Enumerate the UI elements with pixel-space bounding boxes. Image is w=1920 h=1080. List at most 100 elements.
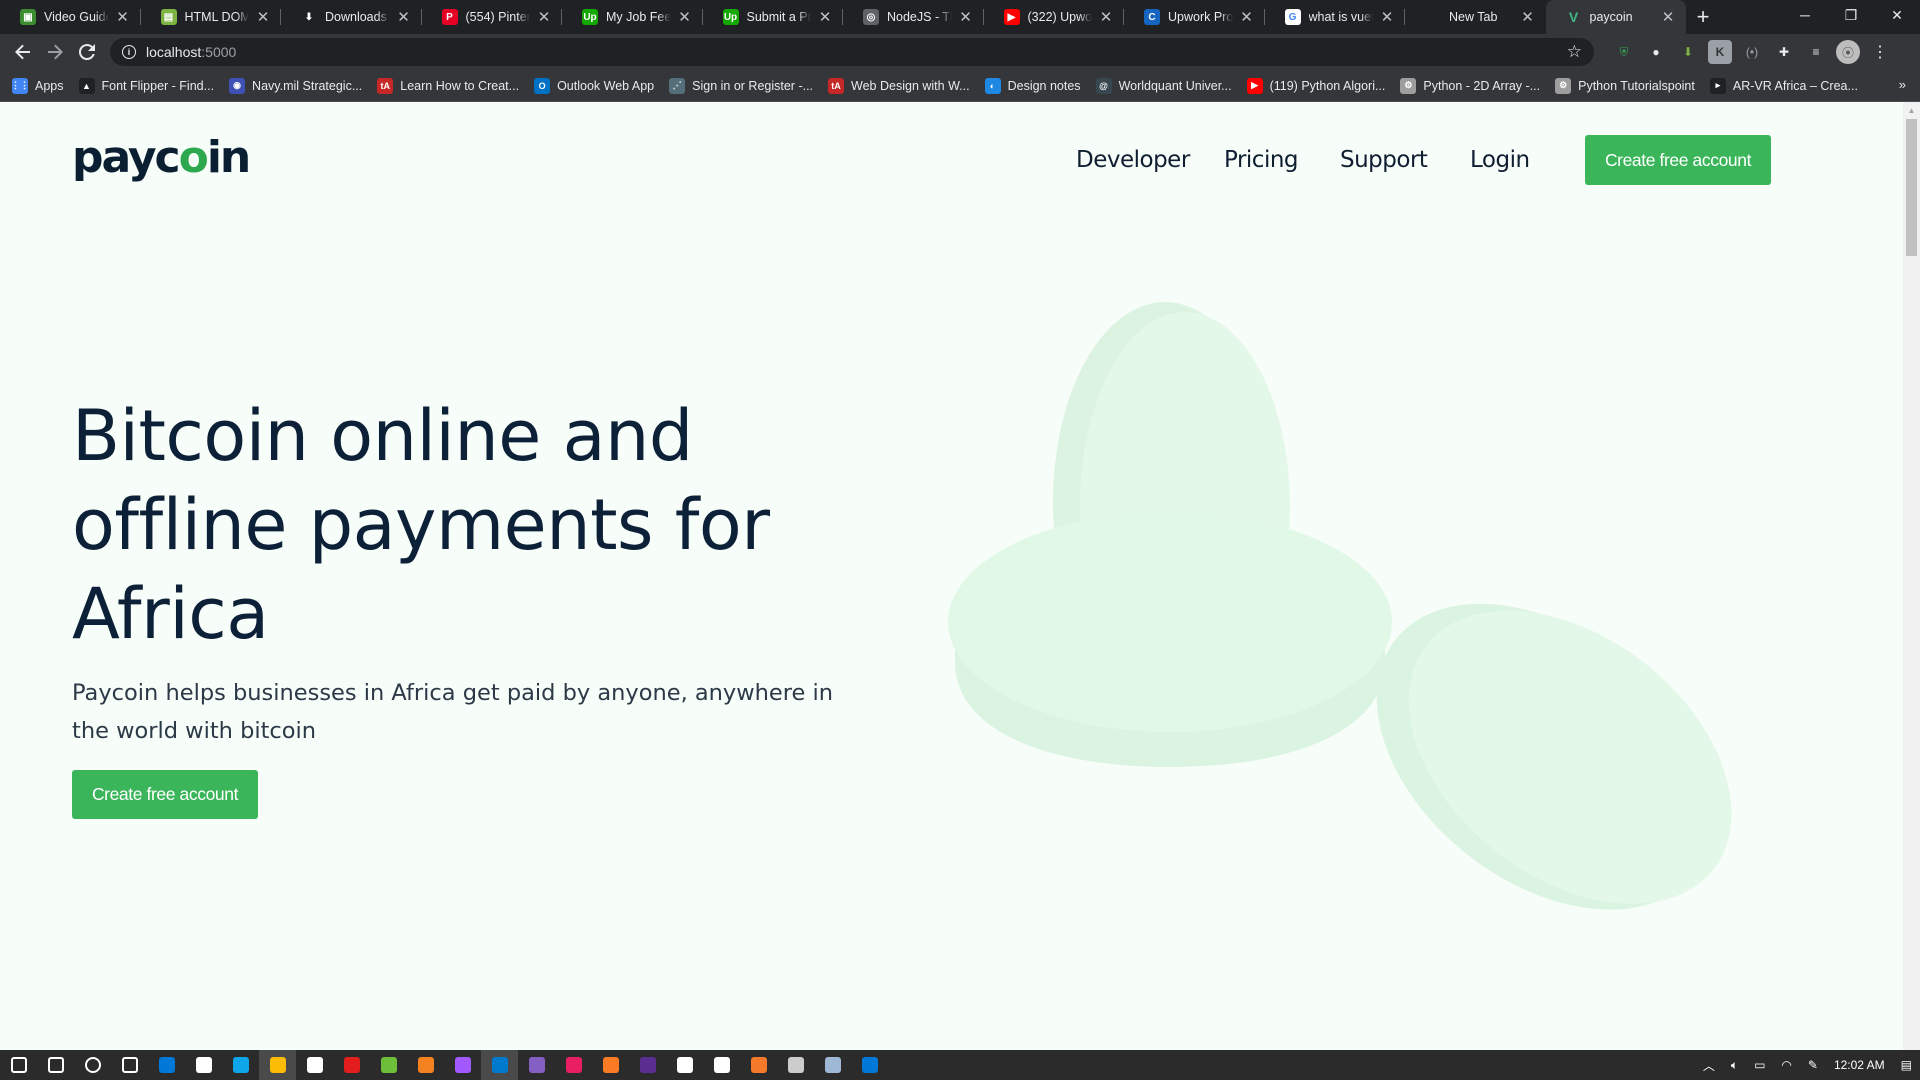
scrollbar-thumb[interactable]: [1906, 119, 1917, 256]
tray-overflow-icon[interactable]: ︿: [1703, 1057, 1715, 1074]
browser-tab[interactable]: Up Submit a Proposal ✕: [703, 0, 844, 34]
blender-icon[interactable]: [740, 1050, 777, 1080]
battery-icon[interactable]: ▭: [1754, 1058, 1765, 1072]
tab-close-icon[interactable]: ✕: [396, 8, 412, 26]
tab-close-icon[interactable]: ✕: [677, 8, 693, 26]
browser-tab[interactable]: ▶ (322) Upwork ✕: [984, 0, 1125, 34]
bookmark-item[interactable]: ⚙ Python Tutorialspoint: [1555, 77, 1695, 94]
tab-close-icon[interactable]: ✕: [1098, 8, 1114, 26]
visual-studio-icon[interactable]: [518, 1050, 555, 1080]
chrome-icon[interactable]: [259, 1050, 296, 1080]
adblock-extension-icon[interactable]: ⛨: [1612, 40, 1636, 64]
hero-create-account-button[interactable]: Create free account: [72, 770, 258, 819]
puzzle-extensions-icon[interactable]: ✚: [1772, 40, 1796, 64]
restore-button[interactable]: ❐: [1828, 0, 1874, 30]
tab-close-icon[interactable]: ✕: [115, 8, 131, 26]
volume-icon[interactable]: 🔈︎: [1731, 1058, 1738, 1073]
bookmark-star-icon[interactable]: ☆: [1567, 42, 1582, 62]
bookmark-item[interactable]: ▶ (119) Python Algori...: [1246, 77, 1386, 94]
paycoin-logo[interactable]: paycoin: [72, 132, 251, 183]
notifications-icon[interactable]: ▤: [1901, 1058, 1912, 1072]
nav-support[interactable]: Support: [1340, 147, 1428, 173]
site-info-icon[interactable]: i: [122, 45, 136, 59]
bookmark-item[interactable]: ⚙ Python - 2D Array -...: [1400, 77, 1540, 94]
task-view-icon[interactable]: [111, 1050, 148, 1080]
minimize-button[interactable]: ─: [1782, 0, 1828, 30]
clover-icon[interactable]: [370, 1050, 407, 1080]
header-create-account-button[interactable]: Create free account: [1585, 135, 1771, 185]
bookmark-item[interactable]: ▲ Font Flipper - Find...: [78, 77, 214, 94]
tab-close-icon[interactable]: ✕: [536, 8, 552, 26]
reading-list-icon[interactable]: ≡: [1804, 40, 1828, 64]
opera-icon[interactable]: [333, 1050, 370, 1080]
xampp-icon[interactable]: [592, 1050, 629, 1080]
back-button[interactable]: [8, 37, 38, 67]
nav-developer[interactable]: Developer: [1076, 147, 1190, 173]
browser-tab[interactable]: Vpaycoin ✕: [1545, 0, 1686, 34]
windows-start-icon[interactable]: [0, 1050, 37, 1080]
bookmark-item[interactable]: ⋰ Sign in or Register -...: [669, 77, 813, 94]
scroll-up-icon[interactable]: ▲: [1903, 102, 1920, 119]
address-bar[interactable]: i localhost:5000 ☆: [110, 38, 1594, 66]
bookmark-label: (119) Python Algori...: [1269, 78, 1386, 93]
bookmark-item[interactable]: ⋮⋮ Apps: [11, 77, 64, 94]
tab-close-icon[interactable]: ✕: [1239, 8, 1255, 26]
browser-tab[interactable]: Up My Job Feed ✕: [562, 0, 703, 34]
extension-icon[interactable]: ●: [1644, 40, 1668, 64]
edge-icon[interactable]: [222, 1050, 259, 1080]
browser-tab[interactable]: New Tab ✕: [1405, 0, 1546, 34]
tab-close-icon[interactable]: ✕: [255, 8, 271, 26]
remote-desktop-icon[interactable]: [814, 1050, 851, 1080]
notepad-icon[interactable]: [703, 1050, 740, 1080]
tab-close-icon[interactable]: ✕: [1520, 8, 1536, 26]
browser-tab[interactable]: P (554) Pinterest ✕: [422, 0, 563, 34]
reload-button[interactable]: [72, 37, 102, 67]
mail-icon[interactable]: [148, 1050, 185, 1080]
clock[interactable]: 12:02 AM: [1834, 1058, 1885, 1072]
browser-tab[interactable]: C Upwork Proposal ✕: [1124, 0, 1265, 34]
obs-icon[interactable]: [666, 1050, 703, 1080]
bookmarks-overflow-button[interactable]: »: [1899, 77, 1906, 92]
vscode-icon[interactable]: [481, 1050, 518, 1080]
tab-close-icon[interactable]: ✕: [817, 8, 833, 26]
forward-button[interactable]: [40, 37, 70, 67]
tab-close-icon[interactable]: ✕: [1660, 8, 1676, 26]
browser-tab[interactable]: ◎ NodeJS - The ✕: [843, 0, 984, 34]
page-scrollbar[interactable]: ▲: [1903, 102, 1920, 1050]
close-window-button[interactable]: ✕: [1874, 0, 1920, 30]
store-icon[interactable]: [185, 1050, 222, 1080]
pen-icon[interactable]: ✎: [1808, 1058, 1818, 1072]
cortana-icon[interactable]: [74, 1050, 111, 1080]
bookmark-item[interactable]: @ Worldquant Univer...: [1095, 77, 1232, 94]
bookmark-item[interactable]: ▸ AR-VR Africa – Crea...: [1709, 77, 1858, 94]
new-tab-button[interactable]: +: [1686, 0, 1720, 34]
bookmark-item[interactable]: tA Web Design with W...: [828, 77, 970, 94]
nav-login[interactable]: Login: [1470, 147, 1530, 173]
search-icon[interactable]: [37, 1050, 74, 1080]
wifi-icon[interactable]: ◠: [1781, 1058, 1791, 1072]
bookmark-item[interactable]: tA Learn How to Creat...: [377, 77, 519, 94]
yandex-icon[interactable]: [296, 1050, 333, 1080]
bookmark-item[interactable]: ◉ Navy.mil Strategic...: [229, 77, 362, 94]
terminal-icon[interactable]: [777, 1050, 814, 1080]
tab-favicon-icon: P: [441, 9, 458, 25]
nav-pricing[interactable]: Pricing: [1224, 147, 1299, 173]
tab-close-icon[interactable]: ✕: [1379, 8, 1395, 26]
browser-tab[interactable]: ⬇ Downloads ✕: [281, 0, 422, 34]
bookmark-item[interactable]: ◐ Design notes: [984, 77, 1081, 94]
tab-close-icon[interactable]: ✕: [958, 8, 974, 26]
browser-tab[interactable]: ▣ Video Guide for ✕: [0, 0, 141, 34]
cast-extension-icon[interactable]: (•): [1740, 40, 1764, 64]
browser-tab[interactable]: ▤ HTML DOM and ✕: [141, 0, 282, 34]
powershell-icon[interactable]: [629, 1050, 666, 1080]
profile-avatar[interactable]: ⦿: [1836, 40, 1860, 64]
download-extension-icon[interactable]: ⬇: [1676, 40, 1700, 64]
bookmark-item[interactable]: O Outlook Web App: [534, 77, 654, 94]
k-extension-icon[interactable]: K: [1708, 40, 1732, 64]
media-icon[interactable]: [555, 1050, 592, 1080]
figma-icon[interactable]: [444, 1050, 481, 1080]
photos-icon[interactable]: [851, 1050, 888, 1080]
vlc-icon[interactable]: [407, 1050, 444, 1080]
browser-menu-icon[interactable]: ⋮: [1868, 40, 1892, 64]
browser-tab[interactable]: Gwhat is vuetify ✕: [1265, 0, 1406, 34]
